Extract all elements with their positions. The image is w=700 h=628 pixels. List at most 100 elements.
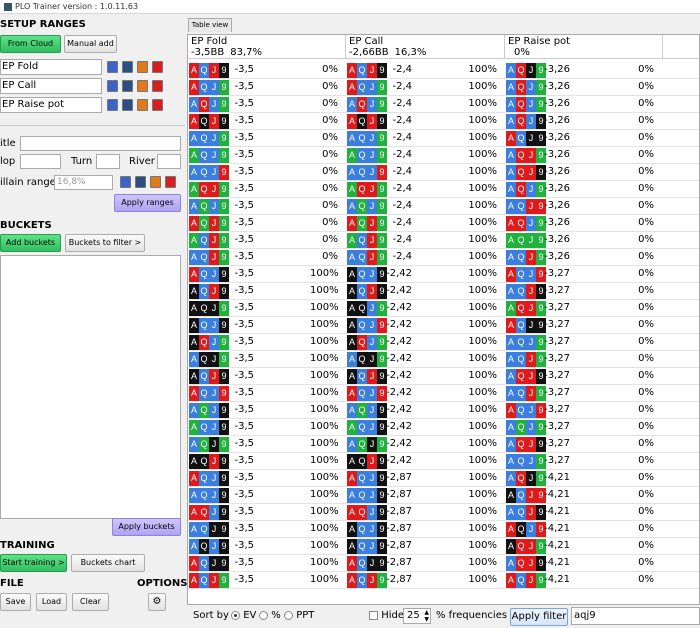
notes-icon[interactable]: [150, 176, 161, 188]
river-label: River: [129, 156, 155, 167]
title-input[interactable]: [20, 136, 181, 151]
table-row[interactable]: A Q J 9 A Q J 9 A Q J 9 -3,5 100% -2,87 100% -4,21 0%: [188, 470, 699, 487]
apply-ranges-button[interactable]: Apply ranges: [114, 194, 181, 212]
frequency-value: 0%: [638, 200, 654, 211]
add-buckets-button[interactable]: Add buckets: [0, 234, 61, 252]
notes-icon[interactable]: [137, 80, 148, 92]
card: A: [506, 437, 516, 452]
buckets-list[interactable]: [0, 255, 181, 519]
table-row[interactable]: A Q J 9 A Q J 9 A Q J 9 -3,5 100% -2,42 100% -3,27 0%: [188, 436, 699, 453]
table-row[interactable]: A Q J 9 A Q J 9 A Q J 9 -3,5 0% -2,4 100% -3,26 0%: [188, 130, 699, 147]
table-row[interactable]: A Q J 9 A Q J 9 A Q J 9 -3,5 100% -2,42 100% -3,27 0%: [188, 266, 699, 283]
table-row[interactable]: A Q J 9 A Q J 9 A Q J 9 -3,5 100% -2,42 100% -3,27 0%: [188, 317, 699, 334]
table-row[interactable]: A Q J 9 A Q J 9 A Q J 9 -3,5 0% -2,4 100% -3,26 0%: [188, 113, 699, 130]
column-header[interactable]: EP Fold -3,5BB 83,7%: [188, 35, 346, 59]
column-header[interactable]: EP Call -2,66BB 16,3%: [346, 35, 505, 59]
table-row[interactable]: A Q J 9 A Q J 9 A Q J 9 -3,5 100% -2,42 100% -3,27 0%: [188, 351, 699, 368]
table-row[interactable]: A Q J 9 A Q J 9 A Q J 9 -3,5 100% -2,87 100% -4,21 0%: [188, 538, 699, 555]
table-row[interactable]: A Q J 9 A Q J 9 A Q J 9 -3,5 100% -2,87 100% -4,21 0%: [188, 504, 699, 521]
table-row[interactable]: A Q J 9 A Q J 9 A Q J 9 -3,5 100% -2,42 100% -3,27 0%: [188, 300, 699, 317]
card: J: [209, 131, 219, 146]
range-name-field[interactable]: EP Call: [0, 78, 102, 94]
buckets-to-filter-button[interactable]: Buckets to filter >: [65, 234, 145, 252]
turn-input[interactable]: [96, 154, 120, 169]
buckets-chart-button[interactable]: Buckets chart: [71, 554, 145, 572]
delete-icon[interactable]: [152, 80, 163, 92]
frequency-spinner[interactable]: 25 ▲ ▼: [403, 608, 431, 624]
table-row[interactable]: A Q J 9 A Q J 9 A Q J 9 -3,5 100% -2,87 100% -4,21 0%: [188, 487, 699, 504]
card: A: [506, 267, 516, 282]
delete-icon[interactable]: [152, 99, 163, 111]
edit-range-icon[interactable]: [120, 176, 131, 188]
save-button[interactable]: Save: [0, 593, 31, 611]
sort-ppt-radio[interactable]: PPT: [284, 610, 314, 621]
card: Q: [516, 556, 526, 571]
column-header[interactable]: EP Raise pot 0%: [505, 35, 663, 59]
delete-icon[interactable]: [152, 61, 163, 73]
range-name-field[interactable]: EP Raise pot: [0, 97, 102, 113]
filter-input[interactable]: aqj9: [571, 607, 700, 625]
table-row[interactable]: A Q J 9 A Q J 9 A Q J 9 -3,5 100% -2,42 100% -3,27 0%: [188, 385, 699, 402]
apply-buckets-button[interactable]: Apply buckets: [112, 518, 181, 536]
frequency-value: 0%: [638, 98, 654, 109]
table-row[interactable]: A Q J 9 A Q J 9 A Q J 9 -3,5 100% -2,87 100% -4,21 0%: [188, 555, 699, 572]
card: A: [189, 420, 199, 435]
table-row[interactable]: A Q J 9 A Q J 9 A Q J 9 -3,5 100% -2,42 100% -3,27 0%: [188, 419, 699, 436]
manual-add-button[interactable]: Manual add: [64, 35, 117, 53]
table-row[interactable]: A Q J 9 A Q J 9 A Q J 9 -3,5 0% -2,4 100% -3,26 0%: [188, 232, 699, 249]
table-row[interactable]: A Q J 9 A Q J 9 A Q J 9 -3,5 0% -2,4 100% -3,26 0%: [188, 96, 699, 113]
clear-button[interactable]: Clear: [72, 593, 109, 611]
notes-icon[interactable]: [137, 61, 148, 73]
table-row[interactable]: A Q J 9 A Q J 9 A Q J 9 -3,5 0% -2,4 100% -3,26 0%: [188, 181, 699, 198]
card: Q: [199, 301, 209, 316]
cloud-range-icon[interactable]: [135, 176, 146, 188]
hide-checkbox[interactable]: Hide: [369, 610, 404, 621]
river-input[interactable]: [157, 154, 181, 169]
from-cloud-button[interactable]: From Cloud: [0, 35, 61, 53]
table-row[interactable]: A Q J 9 A Q J 9 A Q J 9 -3,5 0% -2,4 100% -3,26 0%: [188, 79, 699, 96]
flop-input[interactable]: [20, 154, 61, 169]
ev-value: -2,4: [392, 115, 412, 126]
table-row[interactable]: A Q J 9 A Q J 9 A Q J 9 -3,5 0% -2,4 100% -3,26 0%: [188, 62, 699, 79]
tab-table-view[interactable]: Table view: [188, 18, 232, 32]
ev-value: -2,4: [392, 251, 412, 262]
frequency-value: 0%: [322, 132, 338, 143]
table-row[interactable]: A Q J 9 A Q J 9 A Q J 9 -3,5 100% -2,87 100% -4,21 0%: [188, 572, 699, 589]
table-row[interactable]: A Q J 9 A Q J 9 A Q J 9 -3,5 100% -2,42 100% -3,27 0%: [188, 453, 699, 470]
cloud-range-icon[interactable]: [122, 99, 133, 111]
table-row[interactable]: A Q J 9 A Q J 9 A Q J 9 -3,5 0% -2,4 100% -3,26 0%: [188, 215, 699, 232]
card: A: [189, 386, 199, 401]
villain-range-input[interactable]: 16,8%: [54, 175, 113, 190]
cloud-range-icon[interactable]: [122, 80, 133, 92]
card: Q: [357, 522, 367, 537]
sort-ev-radio[interactable]: EV: [231, 610, 256, 621]
table-row[interactable]: A Q J 9 A Q J 9 A Q J 9 -3,5 0% -2,4 100% -3,26 0%: [188, 198, 699, 215]
card: A: [189, 284, 199, 299]
card: Q: [357, 114, 367, 129]
table-row[interactable]: A Q J 9 A Q J 9 A Q J 9 -3,5 100% -2,42 100% -3,27 0%: [188, 368, 699, 385]
edit-range-icon[interactable]: [107, 61, 118, 73]
delete-icon[interactable]: [165, 176, 176, 188]
cloud-range-icon[interactable]: [122, 61, 133, 73]
table-row[interactable]: A Q J 9 A Q J 9 A Q J 9 -3,5 0% -2,4 100% -3,26 0%: [188, 164, 699, 181]
card: Q: [357, 556, 367, 571]
load-button[interactable]: Load: [36, 593, 67, 611]
card: A: [506, 488, 516, 503]
spinner-arrows-icon[interactable]: ▲ ▼: [424, 609, 429, 623]
table-row[interactable]: A Q J 9 A Q J 9 A Q J 9 -3,5 100% -2,42 100% -3,27 0%: [188, 334, 699, 351]
range-name-field[interactable]: EP Fold: [0, 59, 102, 75]
edit-range-icon[interactable]: [107, 99, 118, 111]
table-row[interactable]: A Q J 9 A Q J 9 A Q J 9 -3,5 100% -2,42 100% -3,27 0%: [188, 283, 699, 300]
settings-gear-icon[interactable]: ⚙: [148, 593, 166, 611]
table-row[interactable]: A Q J 9 A Q J 9 A Q J 9 -3,5 100% -2,87 100% -4,21 0%: [188, 521, 699, 538]
start-training-button[interactable]: Start training >: [0, 554, 67, 572]
table-row[interactable]: A Q J 9 A Q J 9 A Q J 9 -3,5 0% -2,4 100% -3,26 0%: [188, 249, 699, 266]
sort-pct-radio[interactable]: %: [259, 610, 281, 621]
table-row[interactable]: A Q J 9 A Q J 9 A Q J 9 -3,5 100% -2,42 100% -3,27 0%: [188, 402, 699, 419]
ev-value: -3,26: [544, 98, 570, 109]
edit-range-icon[interactable]: [107, 80, 118, 92]
apply-filter-button[interactable]: Apply filter: [510, 608, 568, 626]
training-title: TRAINING: [0, 540, 55, 551]
table-row[interactable]: A Q J 9 A Q J 9 A Q J 9 -3,5 0% -2,4 100% -3,26 0%: [188, 147, 699, 164]
notes-icon[interactable]: [137, 99, 148, 111]
